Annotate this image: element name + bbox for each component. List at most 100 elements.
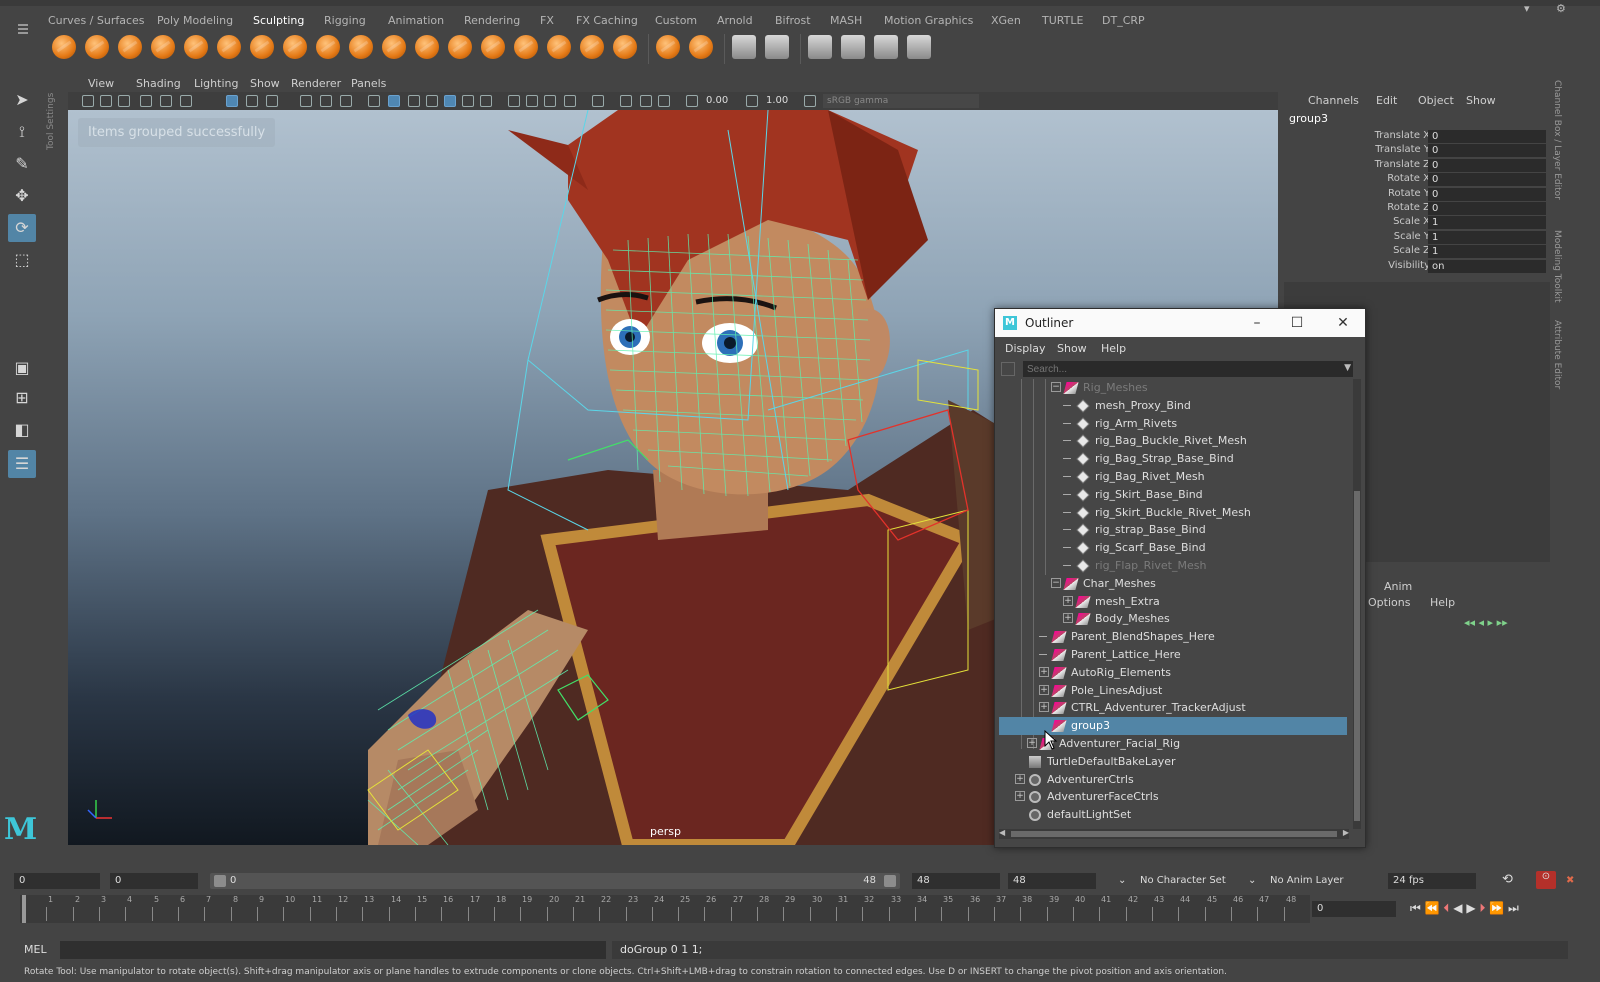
fps-dropdown[interactable]: 24 fps (1388, 873, 1476, 889)
outliner-layout-icon[interactable]: ☰ (8, 450, 36, 478)
layer-editor-menu-help[interactable]: Help (1430, 596, 1455, 609)
search-options-icon[interactable] (1001, 362, 1015, 376)
outliner-item[interactable]: + CTRL_Adventurer_TrackerAdjust (999, 699, 1347, 717)
tab-xgen[interactable]: XGen (991, 14, 1021, 27)
blend-shape-icon[interactable] (874, 35, 898, 59)
tab-arnold[interactable]: Arnold (717, 14, 753, 27)
channel-value[interactable]: 0 (1428, 130, 1546, 143)
bookmark-icon[interactable] (118, 95, 130, 107)
isolate-select-icon[interactable] (592, 95, 604, 107)
script-language-toggle[interactable]: MEL (24, 943, 47, 956)
selected-object-name[interactable]: group3 (1289, 112, 1328, 125)
channel-row[interactable]: Rotate Z0 (1284, 202, 1550, 216)
step-forward-icon[interactable]: ⏩ (1489, 901, 1504, 915)
tension-icon[interactable] (907, 35, 931, 59)
channel-value[interactable]: 0 (1428, 173, 1546, 187)
tab-dt-crp[interactable]: DT_CRP (1102, 14, 1145, 27)
go-to-start-icon[interactable]: ⏮ (1410, 901, 1421, 915)
outliner-item[interactable]: rig_Skirt_Base_Bind (999, 486, 1347, 504)
amplify-brush-icon[interactable] (580, 35, 604, 59)
anim-layer-dropdown[interactable]: No Anim Layer (1270, 875, 1344, 886)
channel-value[interactable]: 0 (1428, 187, 1546, 201)
channel-box-menu-channels[interactable]: Channels (1308, 94, 1359, 107)
channel-row[interactable]: Translate X0 (1284, 130, 1550, 144)
panel-menu-view[interactable]: View (88, 77, 114, 90)
grab-brush-icon[interactable] (151, 35, 175, 59)
outliner-item[interactable]: rig_Bag_Strap_Base_Bind (999, 450, 1347, 468)
current-frame-field[interactable]: 0 (1312, 901, 1396, 917)
tab-motion-graphics[interactable]: Motion Graphics (884, 14, 973, 27)
display-sculpt-icon[interactable] (732, 35, 756, 59)
convert-to-frozen-icon[interactable] (765, 35, 789, 59)
play-backwards-icon[interactable]: ◀ (1453, 901, 1462, 915)
outliner-menu-show[interactable]: Show (1057, 342, 1087, 355)
panel-menu-show[interactable]: Show (250, 77, 280, 90)
lasso-tool-icon[interactable]: ⟟ (8, 118, 36, 146)
anti-aliasing-icon[interactable] (544, 95, 556, 107)
scale-tool-icon[interactable]: ⬚ (8, 246, 36, 274)
paint-select-tool-icon[interactable]: ✎ (8, 150, 36, 178)
outliner-item[interactable]: defaultLightSet (999, 806, 1347, 824)
wireframe-icon[interactable] (368, 95, 380, 107)
lights-icon[interactable] (462, 95, 474, 107)
outliner-item[interactable]: rig_Skirt_Buckle_Rivet_Mesh (999, 504, 1347, 522)
outliner-item[interactable]: rig_Scarf_Base_Bind (999, 539, 1347, 557)
tab-poly-modeling[interactable]: Poly Modeling (157, 14, 233, 27)
step-back-key-icon[interactable]: ⏴ (1443, 901, 1449, 915)
outliner-menu-display[interactable]: Display (1005, 342, 1046, 355)
command-input[interactable] (60, 941, 606, 959)
channel-row[interactable]: Rotate Y0 (1284, 187, 1550, 202)
mask-brush-icon[interactable] (656, 35, 680, 59)
outliner-item[interactable]: Parent_Lattice_Here (999, 646, 1347, 664)
shelf-handle-icon[interactable] (8, 22, 38, 80)
outliner-horizontal-scrollbar[interactable]: ◀ ▶ (999, 828, 1349, 839)
attribute-editor-side-tab[interactable]: Attribute Editor (1552, 320, 1562, 389)
safe-action-icon[interactable] (320, 95, 332, 107)
panel-menu-renderer[interactable]: Renderer (291, 77, 341, 90)
image-plane-icon[interactable] (140, 95, 152, 107)
animation-start-field[interactable]: 0 (14, 873, 100, 889)
modeling-toolkit-side-tab[interactable]: Modeling Toolkit (1552, 230, 1562, 303)
outliner-search-input[interactable] (1023, 361, 1353, 377)
outliner-item[interactable]: rig_Bag_Rivet_Mesh (999, 468, 1347, 486)
tab-fx-caching[interactable]: FX Caching (576, 14, 638, 27)
outliner-item[interactable]: Parent_BlendShapes_Here (999, 628, 1347, 646)
panel-menu-panels[interactable]: Panels (351, 77, 386, 90)
outliner-item[interactable]: + AdventurerFaceCtrls (999, 788, 1347, 806)
smear-brush-icon[interactable] (514, 35, 538, 59)
freeze-brush-icon[interactable] (613, 35, 637, 59)
outliner-title-bar[interactable]: M Outliner – ☐ ✕ (995, 309, 1365, 337)
imprint-brush-icon[interactable] (349, 35, 373, 59)
smooth-brush-icon[interactable] (85, 35, 109, 59)
tab-turtle[interactable]: TURTLE (1042, 14, 1083, 27)
sculpt-mesh-icon[interactable] (841, 35, 865, 59)
safe-title-icon[interactable] (340, 95, 352, 107)
tab-rendering[interactable]: Rendering (464, 14, 520, 27)
layer-editor-menu-options[interactable]: Options (1368, 596, 1410, 609)
channel-row[interactable]: Scale Y1 (1284, 230, 1550, 245)
play-forwards-icon[interactable]: ▶ (1466, 901, 1475, 915)
fill-brush-icon[interactable] (448, 35, 472, 59)
move-tool-icon[interactable]: ✥ (8, 182, 36, 210)
film-gate-icon[interactable] (246, 95, 258, 107)
channel-box-menu-object[interactable]: Object (1418, 94, 1454, 107)
field-chart-icon[interactable] (300, 95, 312, 107)
channel-value[interactable]: on (1428, 259, 1546, 273)
go-to-end-icon[interactable]: ⏭ (1508, 901, 1519, 915)
channel-value[interactable]: 0 (1428, 202, 1546, 215)
current-time-indicator[interactable] (22, 895, 26, 923)
gamma-field[interactable]: 1.00 (766, 94, 788, 108)
wireframe-on-shaded-icon[interactable] (426, 95, 438, 107)
auto-key-icon[interactable]: ⊙ (1536, 871, 1556, 889)
search-dropdown-icon[interactable]: ▼ (1344, 363, 1351, 373)
sculpt-layer-icon[interactable] (808, 35, 832, 59)
channel-row[interactable]: Scale Z1 (1284, 245, 1550, 259)
tab-custom[interactable]: Custom (655, 14, 697, 27)
character-set-icon[interactable]: ⌄ (1118, 875, 1126, 886)
outliner-item[interactable]: − Rig_Meshes (999, 379, 1347, 397)
smooth-shade-icon[interactable] (388, 95, 400, 107)
gamma-icon[interactable] (746, 95, 758, 107)
channel-row[interactable]: Scale X1 (1284, 216, 1550, 230)
resolution-gate-icon[interactable] (266, 95, 278, 107)
tab-rigging[interactable]: Rigging (324, 14, 366, 27)
